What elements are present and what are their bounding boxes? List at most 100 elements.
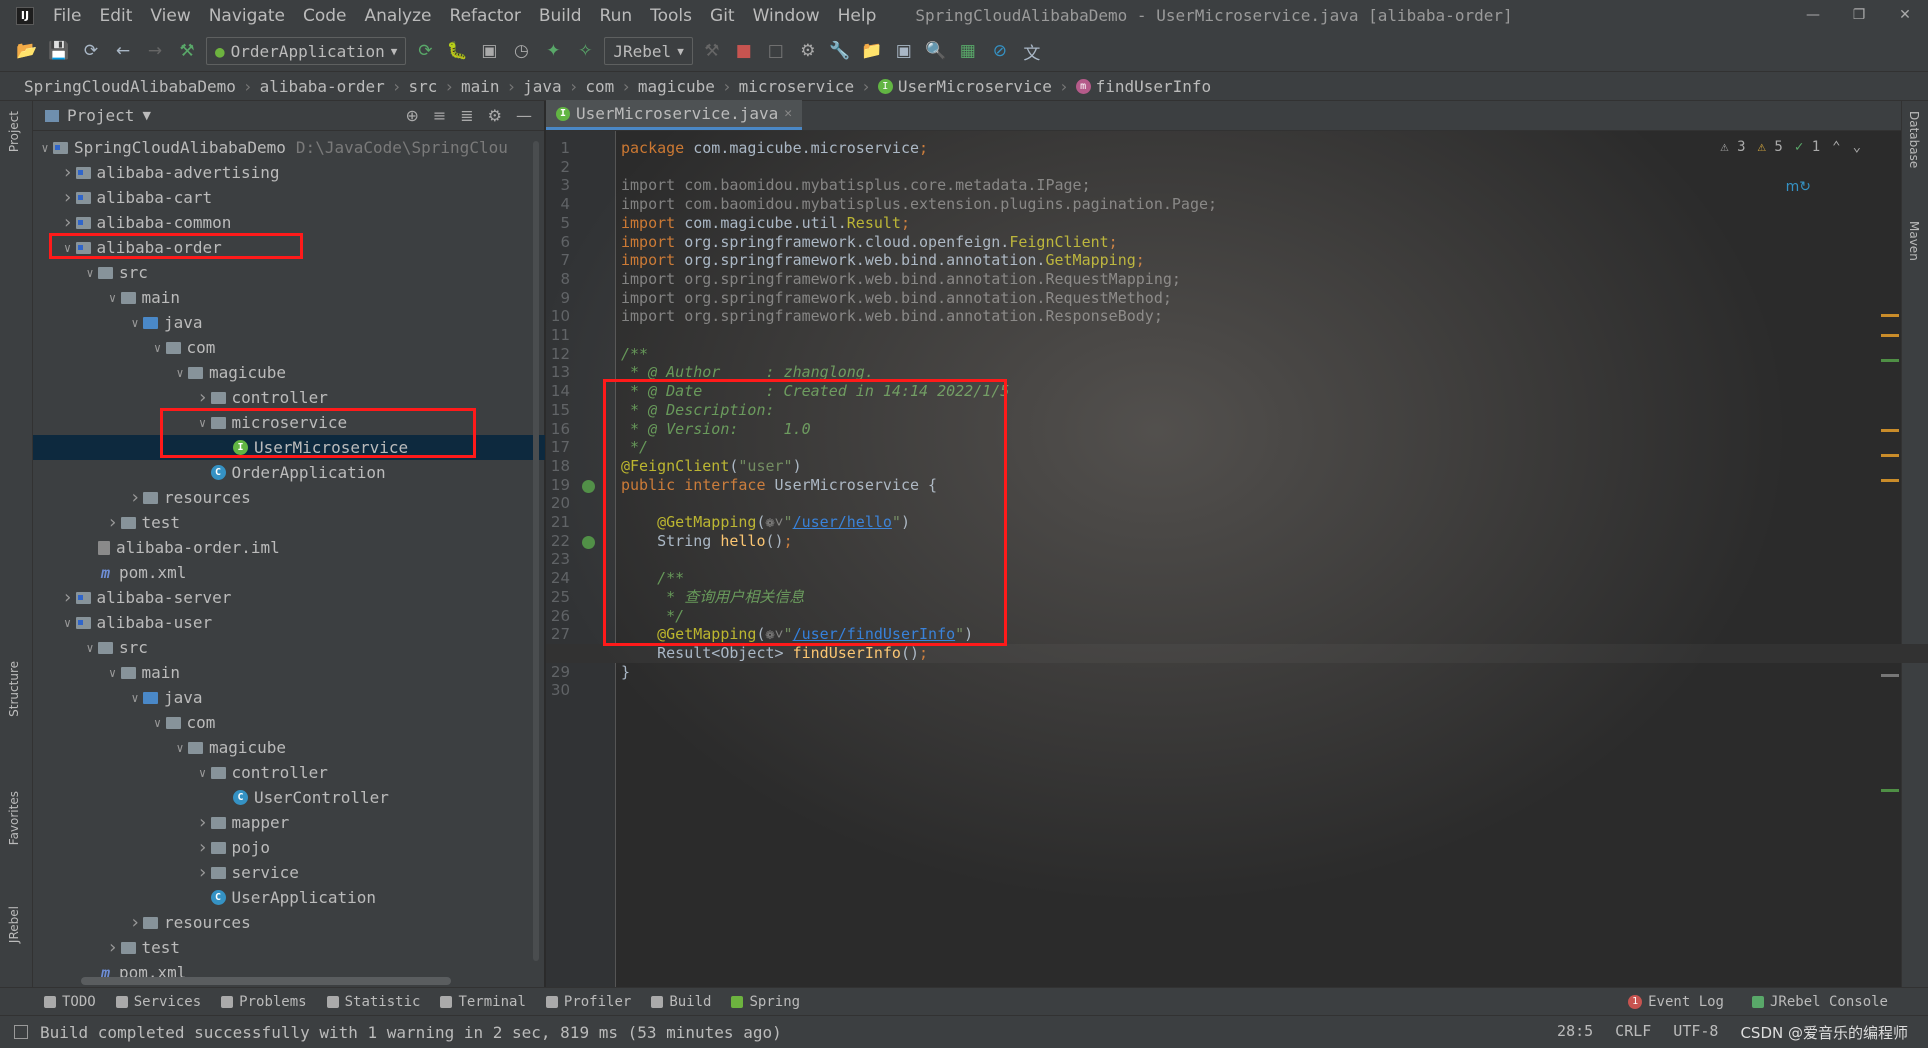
database-tool-tab[interactable]: Database [1907,111,1921,168]
chevron-right-icon[interactable]: › [127,487,143,508]
tree-item[interactable]: › alibaba-cart [33,185,545,210]
project-tool-tab[interactable]: Project [7,111,21,152]
breadcrumb-item[interactable]: java [523,77,562,96]
tree-item[interactable]: › resources [33,485,545,510]
tree-item[interactable]: alibaba-order.iml [33,535,545,560]
menu-window[interactable]: Window [744,6,829,26]
run-config-select[interactable]: ● OrderApplication ▼ [206,37,407,65]
hammer-disabled-icon[interactable]: ⚒ [699,38,725,64]
tool-tab-spring[interactable]: Spring [731,994,800,1010]
tree-item[interactable]: ∨ controller [33,760,545,785]
expand-all-icon[interactable]: ≡ [433,106,446,125]
chevron-right-icon[interactable]: › [60,212,76,233]
tree-item[interactable]: ∨ SpringCloudAlibabaDemo D:\JavaCode\Sprin… [33,135,545,160]
jrebel-select[interactable]: JRebel ▼ [604,37,693,65]
project-panel-title[interactable]: Project [67,106,134,125]
sync-icon[interactable]: ⟳ [78,38,104,64]
tree-item[interactable]: ∨ alibaba-user [33,610,545,635]
plugin-icon[interactable]: ▦ [955,38,981,64]
restore-icon[interactable]: ❐ [1836,0,1882,31]
tree-item[interactable]: › controller [33,385,545,410]
tree-item[interactable]: C OrderApplication [33,460,545,485]
tree-item[interactable]: C UserController [33,785,545,810]
tree-item[interactable]: ∨ src [33,260,545,285]
tree-item[interactable]: › alibaba-advertising [33,160,545,185]
breadcrumb-item[interactable]: com [585,77,614,96]
wrench-icon[interactable]: 🔧 [827,38,853,64]
close-tab-icon[interactable]: ✕ [784,106,792,121]
chevron-right-icon[interactable]: › [195,812,211,833]
tree-item[interactable]: ∨ com [33,710,545,735]
breadcrumb-item[interactable]: src [408,77,437,96]
tree-item[interactable]: ∨ java [33,310,545,335]
favorites-tool-tab[interactable]: Favorites [7,791,21,845]
chevron-right-icon[interactable]: › [127,912,143,933]
locate-icon[interactable]: ⊕ [405,106,418,125]
maven-tool-tab[interactable]: Maven [1907,221,1921,261]
tool-tab-todo[interactable]: TODO [44,994,96,1010]
jrebel-run-icon[interactable]: ✦ [540,38,566,64]
inspection-indicators[interactable]: ⚠ 3 ⚠ 5 ✓ 1 ⌃ ⌄ [1720,139,1861,155]
menu-help[interactable]: Help [829,6,886,26]
rerun-icon[interactable]: ⟳ [412,38,438,64]
implementation-gutter-icon[interactable] [582,479,595,493]
chevron-right-icon[interactable]: › [195,387,211,408]
gear-icon[interactable]: ⚙ [488,106,502,125]
tree-item[interactable]: ∨ magicube [33,360,545,385]
chevron-down-icon[interactable]: ∨ [150,716,166,730]
line-separator[interactable]: CRLF [1615,1022,1651,1043]
translate-icon[interactable]: 文 [1019,38,1045,64]
chevron-right-icon[interactable]: › [195,862,211,883]
tree-item[interactable]: m pom.xml [33,560,545,585]
structure-tool-tab[interactable]: Structure [7,661,21,717]
no-entry-icon[interactable]: ⊘ [987,38,1013,64]
menu-refactor[interactable]: Refactor [441,6,530,26]
tree-item[interactable]: › test [33,935,545,960]
menu-tools[interactable]: Tools [641,6,701,26]
vertical-scrollbar[interactable] [533,141,539,961]
tree-item[interactable]: › resources [33,910,545,935]
tool-tab-problems[interactable]: Problems [221,994,307,1010]
tree-item[interactable]: › mapper [33,810,545,835]
menu-code[interactable]: Code [294,6,356,26]
tool-tab-build[interactable]: Build [651,994,711,1010]
tree-item[interactable]: ∨ main [33,660,545,685]
tree-item[interactable]: › alibaba-common [33,210,545,235]
breadcrumb-item[interactable]: magicube [638,77,715,96]
chevron-down-icon[interactable]: ∨ [37,141,53,155]
chevron-right-icon[interactable]: › [105,512,121,533]
coverage-icon[interactable]: ▣ [476,38,502,64]
open-folder-icon[interactable]: 📂 [14,38,40,64]
caret-position[interactable]: 28:5 [1557,1022,1593,1043]
chevron-down-icon[interactable]: ▼ [142,109,150,122]
chevron-down-icon[interactable]: ∨ [127,691,143,705]
tool-tab-profiler[interactable]: Profiler [545,994,631,1010]
chevron-down-icon[interactable]: ∨ [105,666,121,680]
breadcrumb-item[interactable]: microservice [739,77,855,96]
horizontal-scrollbar[interactable] [81,977,451,985]
menu-git[interactable]: Git [701,6,744,26]
chevron-down-icon[interactable]: ∨ [82,641,98,655]
menu-build[interactable]: Build [530,6,591,26]
jrebel-console-button[interactable]: JRebel Console [1751,994,1888,1010]
chevron-down-icon[interactable]: ⌄ [1853,139,1861,155]
jrebel-debug-icon[interactable]: ✧ [572,38,598,64]
tool-tab-services[interactable]: Services [115,994,201,1010]
implementation-gutter-icon[interactable] [582,535,595,549]
chevron-right-icon[interactable]: › [60,162,76,183]
back-icon[interactable]: ← [110,38,136,64]
jrebel-tool-tab[interactable]: JRebel [7,906,21,943]
tool-tab-terminal[interactable]: Terminal [440,994,526,1010]
encoding[interactable]: UTF-8 [1673,1022,1718,1043]
maven-reload-icon[interactable]: m↻ [1786,179,1811,195]
tree-item[interactable]: ∨ main [33,285,545,310]
chevron-down-icon[interactable]: ∨ [127,316,143,330]
chevron-right-icon[interactable]: › [60,187,76,208]
minimize-icon[interactable]: — [1790,0,1836,31]
breadcrumb-item[interactable]: findUserInfo [1096,77,1212,96]
tree-item[interactable]: ∨ java [33,685,545,710]
menu-navigate[interactable]: Navigate [200,6,294,26]
tree-item[interactable]: ∨ com [33,335,545,360]
forward-icon[interactable]: → [142,38,168,64]
status-message[interactable]: Build completed successfully with 1 warn… [40,1023,782,1042]
